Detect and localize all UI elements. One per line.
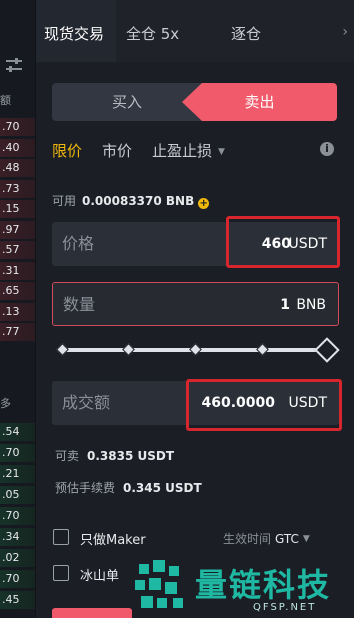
caret-down-icon: ▼ [302,534,310,544]
orderbook-sell-row[interactable]: .40 [0,138,35,157]
orderbook-sell-row[interactable]: .13 [0,302,35,321]
orderbook-strip: 额 .70 .40 .48 .73 .15 .97 .57 .31 .65 .13 .77 多 .5… [0,0,35,618]
orderbook-buy-row[interactable]: .70 [0,507,35,525]
available-balance: 可用 0.00083370 BNB + [52,192,210,209]
orderbook-sell-row[interactable]: .31 [0,261,35,280]
fee-label: 预估手续费 [55,481,116,495]
plus-icon[interactable]: + [198,198,210,209]
orderbook-buy-row[interactable]: .70 [0,444,35,462]
highlight-box-total [186,379,342,431]
time-in-force-select[interactable]: 生效时间 GTC ▼ [223,530,310,547]
total-label: 成交额 [62,393,111,412]
sellable-amount: 可卖 0.3835 USDT [55,447,174,464]
highlight-box-price [226,216,340,268]
tab-isolated-margin[interactable]: 逐仓 [231,0,261,62]
quantity-field[interactable]: 数量 1 BNB [52,282,339,326]
orderbook-buy-row[interactable]: .34 [0,528,35,546]
iceberg-label[interactable]: 冰山单 [80,565,119,584]
quantity-value[interactable]: 1 [280,283,290,327]
orderbook-sell-row[interactable]: .70 [0,118,35,136]
orderbook-sell-row[interactable]: .65 [0,282,35,300]
orderbook-sell-row[interactable]: .15 [0,200,35,218]
orderbook-buy-row[interactable]: .54 [0,423,35,441]
available-label: 可用 [52,194,77,208]
order-type-limit[interactable]: 限价 [52,140,82,161]
tab-spot[interactable]: 现货交易 [36,0,116,62]
orderbook-sell-row[interactable]: .57 [0,241,35,259]
caret-down-icon: ▼ [218,147,225,157]
settings-sliders-icon[interactable] [4,56,24,74]
orderbook-more-label[interactable]: 多 [0,395,35,411]
info-icon[interactable]: i [320,142,334,156]
slider-tick-75[interactable] [256,343,269,356]
fee-value: 0.345 USDT [123,481,202,495]
slider-tick-50[interactable] [189,343,202,356]
orderbook-buy-row[interactable]: .05 [0,486,35,504]
slider-tick-25[interactable] [122,343,135,356]
watermark-subtext: QFSP.NET [253,602,317,613]
sellable-label: 可卖 [55,449,80,463]
orderbook-buy-row[interactable]: .45 [0,591,35,609]
time-in-force-label: 生效时间 [223,532,272,546]
order-type-stop-label: 止盈止损 [152,142,213,160]
price-label: 价格 [62,234,95,253]
vertical-divider [35,0,36,618]
estimated-fee: 预估手续费 0.345 USDT [55,479,202,496]
slider-thumb[interactable] [314,337,340,363]
quantity-label: 数量 [63,295,96,314]
watermark-logo-icon [135,560,183,608]
tab-cross-margin[interactable]: 全仓 5x [126,0,179,62]
sell-submit-button[interactable] [52,608,132,618]
slider-tick-0[interactable] [56,343,69,356]
trade-mode-tabs: 现货交易 全仓 5x 逐仓 › [36,0,354,62]
watermark-text: 量链科技 [195,566,332,604]
chevron-right-icon[interactable]: › [342,24,348,40]
available-value: 0.00083370 BNB [82,194,195,208]
orderbook-sell-row[interactable]: .97 [0,220,35,239]
orderbook-buy-row[interactable]: .21 [0,465,35,483]
amount-slider[interactable] [56,337,340,363]
orderbook-amount-header: 额 [0,94,11,107]
quantity-unit: BNB [296,297,326,313]
buy-button[interactable]: 买入 [52,83,202,121]
iceberg-checkbox[interactable] [53,565,69,581]
sell-button[interactable]: 卖出 [182,83,337,121]
orderbook-sell-row[interactable]: .48 [0,159,35,177]
time-in-force-value: GTC [275,532,299,546]
order-type-selector: 限价 市价 止盈止损 ▼ [52,140,337,160]
maker-only-checkbox[interactable] [53,529,69,545]
orderbook-sell-row[interactable]: .73 [0,179,35,198]
buy-sell-toggle: 买入 卖出 [52,83,337,121]
orderbook-buy-row[interactable]: .70 [0,570,35,588]
watermark: 量链科技 QFSP.NET [133,558,354,618]
maker-only-label[interactable]: 只做Maker [80,529,146,548]
orderbook-buy-row[interactable]: .02 [0,549,35,567]
order-type-market[interactable]: 市价 [102,140,132,161]
sellable-value: 0.3835 USDT [87,449,175,463]
order-type-stop[interactable]: 止盈止损 ▼ [152,140,225,161]
orderbook-sell-row[interactable]: .77 [0,323,35,341]
